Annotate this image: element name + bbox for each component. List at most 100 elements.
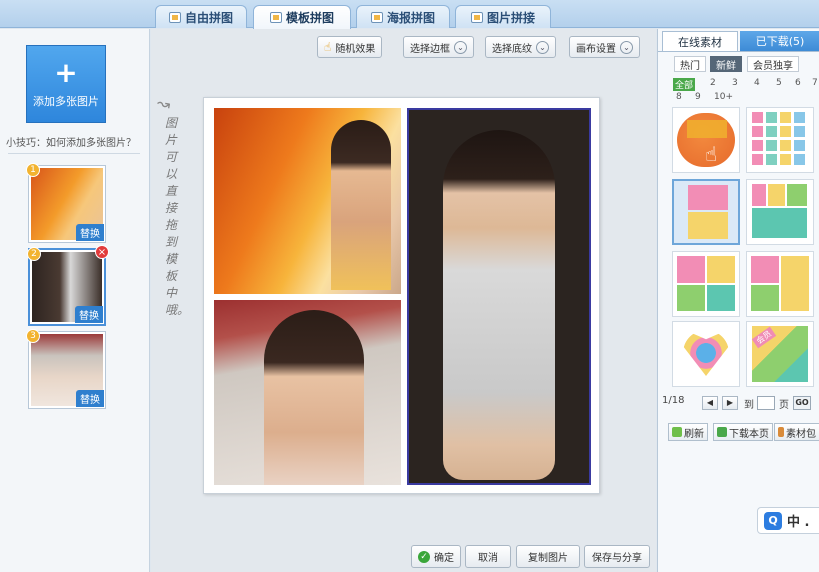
tab-poster-collage[interactable]: 海报拼图 <box>356 5 450 28</box>
count-filter[interactable]: 9 <box>695 92 701 102</box>
select-border-label: 选择边框 <box>410 43 450 55</box>
template-item[interactable]: ☝ <box>672 107 740 173</box>
thumbnail-2[interactable]: 2 × 替换 <box>27 245 109 326</box>
template-panel: 在线素材 已下载(5) 热门 新鲜 会员独享 全部 2 3 4 5 6 7 8 … <box>657 29 819 572</box>
drag-hint-text: 图片可以直接拖到模板中哦。 <box>165 116 190 317</box>
count-filter[interactable]: 3 <box>732 78 738 88</box>
ime-logo-icon: Q <box>764 511 782 530</box>
add-images-button[interactable]: + 添加多张图片 <box>26 45 106 123</box>
template-item[interactable] <box>746 107 814 173</box>
replace-button[interactable]: 替换 <box>75 306 103 323</box>
delete-icon[interactable]: × <box>95 245 109 259</box>
random-effect-button[interactable]: ☝ 随机效果 <box>317 36 383 58</box>
filter-vip[interactable]: 会员独享 <box>747 56 799 72</box>
filter-new[interactable]: 新鲜 <box>710 56 742 72</box>
template-preview <box>688 185 728 210</box>
free-collage-icon <box>168 11 181 23</box>
count-filter-all[interactable]: 全部 <box>673 78 696 91</box>
count-filter[interactable]: 10+ <box>714 92 733 102</box>
ime-indicator[interactable]: Q 中 . <box>757 507 819 534</box>
divider <box>658 51 819 52</box>
template-preview <box>707 285 735 311</box>
download-page-button[interactable]: 下载本页 <box>713 423 773 441</box>
go-button[interactable]: GO <box>793 396 811 410</box>
image-list-panel: + 添加多张图片 小技巧：如何添加多张图片？ 1 替换 2 × 替换 3 替换 <box>0 29 150 572</box>
canvas-settings-label: 画布设置 <box>576 43 616 55</box>
collage-canvas[interactable] <box>203 97 600 494</box>
tab-free-collage[interactable]: 自由拼图 <box>155 5 247 28</box>
tab-label: 模板拼图 <box>285 11 334 25</box>
random-effect-label: 随机效果 <box>335 43 376 55</box>
order-badge: 2 <box>27 247 41 261</box>
tab-label: 自由拼图 <box>184 10 233 25</box>
page-unit-label: 页 <box>779 400 789 411</box>
cancel-button[interactable]: 取消 <box>465 545 511 568</box>
image-stitch-icon <box>470 11 483 23</box>
editor-area: ☝ 随机效果 选择边框 ⌄ 选择底纹 ⌄ 画布设置 ⌄ ↝ 图片可以直接拖到模板… <box>151 29 656 572</box>
order-badge: 1 <box>26 163 40 177</box>
collage-cell-2[interactable] <box>407 108 591 485</box>
tab-downloaded[interactable]: 已下载(5) <box>740 31 819 51</box>
hand-icon: ☝ <box>324 40 332 54</box>
copy-image-button[interactable]: 复制图片 <box>516 545 580 568</box>
count-filter[interactable]: 6 <box>795 78 801 88</box>
template-item[interactable] <box>746 179 814 245</box>
collage-cell-3[interactable] <box>214 300 401 485</box>
tab-label: 海报拼图 <box>386 10 435 25</box>
template-preview <box>707 256 735 283</box>
save-share-label: 保存与分享 <box>592 553 642 564</box>
collage-cell-1[interactable] <box>214 108 401 294</box>
template-item[interactable] <box>672 321 740 387</box>
template-grid-lines <box>752 112 808 168</box>
package-icon <box>778 427 784 437</box>
template-preview <box>768 184 785 206</box>
template-preview <box>752 184 766 206</box>
template-item[interactable] <box>746 251 814 317</box>
heart-template-preview <box>683 332 729 376</box>
chevron-down-icon: ⌄ <box>536 40 549 54</box>
select-texture-button[interactable]: 选择底纹 ⌄ <box>485 36 556 58</box>
page-indicator: 1/18 <box>662 395 685 406</box>
template-preview <box>781 256 809 311</box>
canvas-settings-button[interactable]: 画布设置 ⌄ <box>569 36 640 58</box>
replace-button[interactable]: 替换 <box>76 390 104 407</box>
count-filter[interactable]: 7 <box>812 78 818 88</box>
thumbnail-3[interactable]: 3 替换 <box>26 329 106 409</box>
cancel-label: 取消 <box>478 553 498 564</box>
tab-label: 图片拼接 <box>486 10 535 25</box>
confirm-button[interactable]: ✓ 确定 <box>411 545 461 568</box>
refresh-button[interactable]: 刷新 <box>668 423 708 441</box>
select-texture-label: 选择底纹 <box>492 43 532 55</box>
tab-template-collage[interactable]: 模板拼图 <box>253 5 351 29</box>
count-filter[interactable]: 5 <box>776 78 782 88</box>
download-page-label: 下载本页 <box>729 428 769 440</box>
next-page-button[interactable]: ▶ <box>722 396 738 410</box>
filter-hot[interactable]: 热门 <box>674 56 706 72</box>
template-preview <box>787 184 807 206</box>
template-item[interactable]: 会员 <box>746 321 814 387</box>
person-photo <box>331 120 391 290</box>
template-item-selected[interactable] <box>672 179 740 245</box>
refresh-label: 刷新 <box>684 428 704 440</box>
tab-online-materials[interactable]: 在线素材 <box>662 31 738 51</box>
tip-link[interactable]: 小技巧：如何添加多张图片？ <box>6 134 136 149</box>
template-item[interactable] <box>672 251 740 317</box>
template-preview <box>677 285 705 311</box>
select-border-button[interactable]: 选择边框 ⌄ <box>403 36 474 58</box>
chevron-down-icon: ⌄ <box>620 40 633 54</box>
replace-button[interactable]: 替换 <box>76 224 104 241</box>
count-filter[interactable]: 4 <box>754 78 760 88</box>
tab-image-stitch[interactable]: 图片拼接 <box>455 5 551 28</box>
add-images-label: 添加多张图片 <box>33 95 99 108</box>
material-pack-button[interactable]: 素材包 <box>774 423 819 441</box>
template-preview <box>688 212 728 239</box>
page-number-input[interactable] <box>757 396 775 410</box>
count-filter[interactable]: 8 <box>676 92 682 102</box>
ime-mode-label: 中 . <box>787 515 810 530</box>
refresh-icon <box>672 427 682 437</box>
thumbnail-1[interactable]: 1 替换 <box>26 163 106 243</box>
prev-page-button[interactable]: ◀ <box>702 396 718 410</box>
save-share-button[interactable]: 保存与分享 <box>584 545 650 568</box>
order-badge: 3 <box>26 329 40 343</box>
count-filter[interactable]: 2 <box>710 78 716 88</box>
